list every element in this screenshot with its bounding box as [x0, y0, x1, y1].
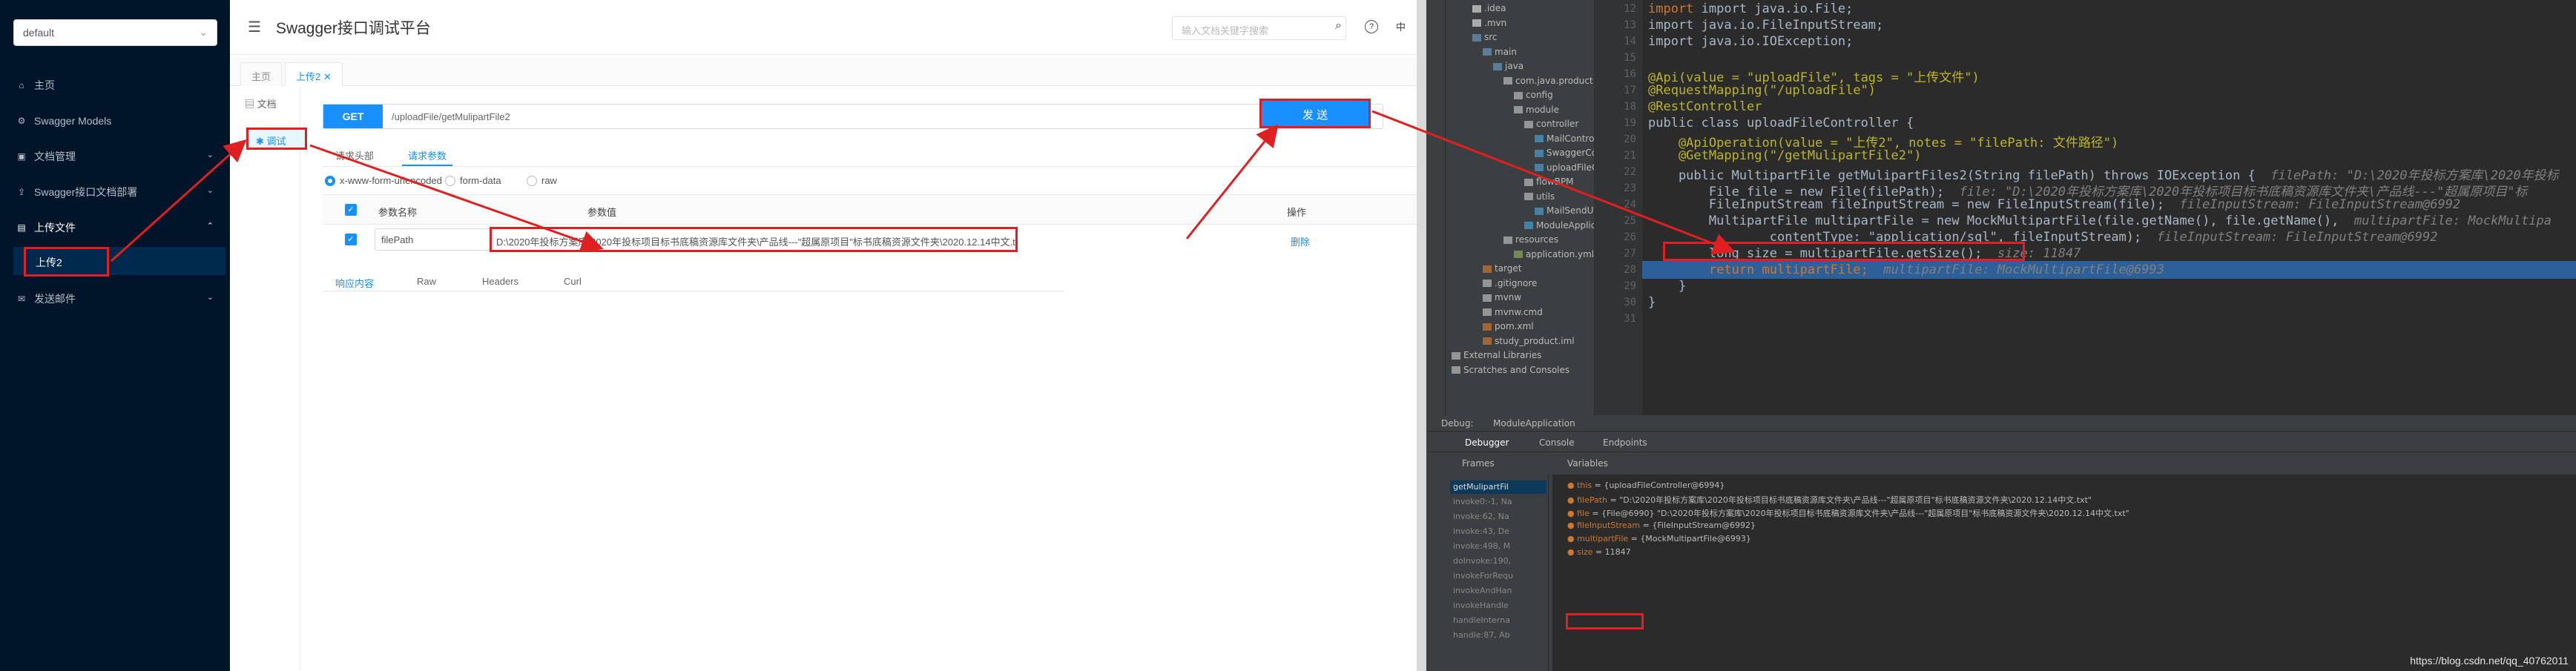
- arrow-to-debug: [110, 139, 247, 262]
- arrow-to-param: [309, 144, 604, 253]
- annotation-arrows: [110, 110, 1736, 262]
- arrow-to-send: [1185, 124, 1279, 239]
- watermark: https://blog.csdn.net/qq_40762011: [2410, 655, 2569, 667]
- arrow-to-code: [1371, 110, 1736, 255]
